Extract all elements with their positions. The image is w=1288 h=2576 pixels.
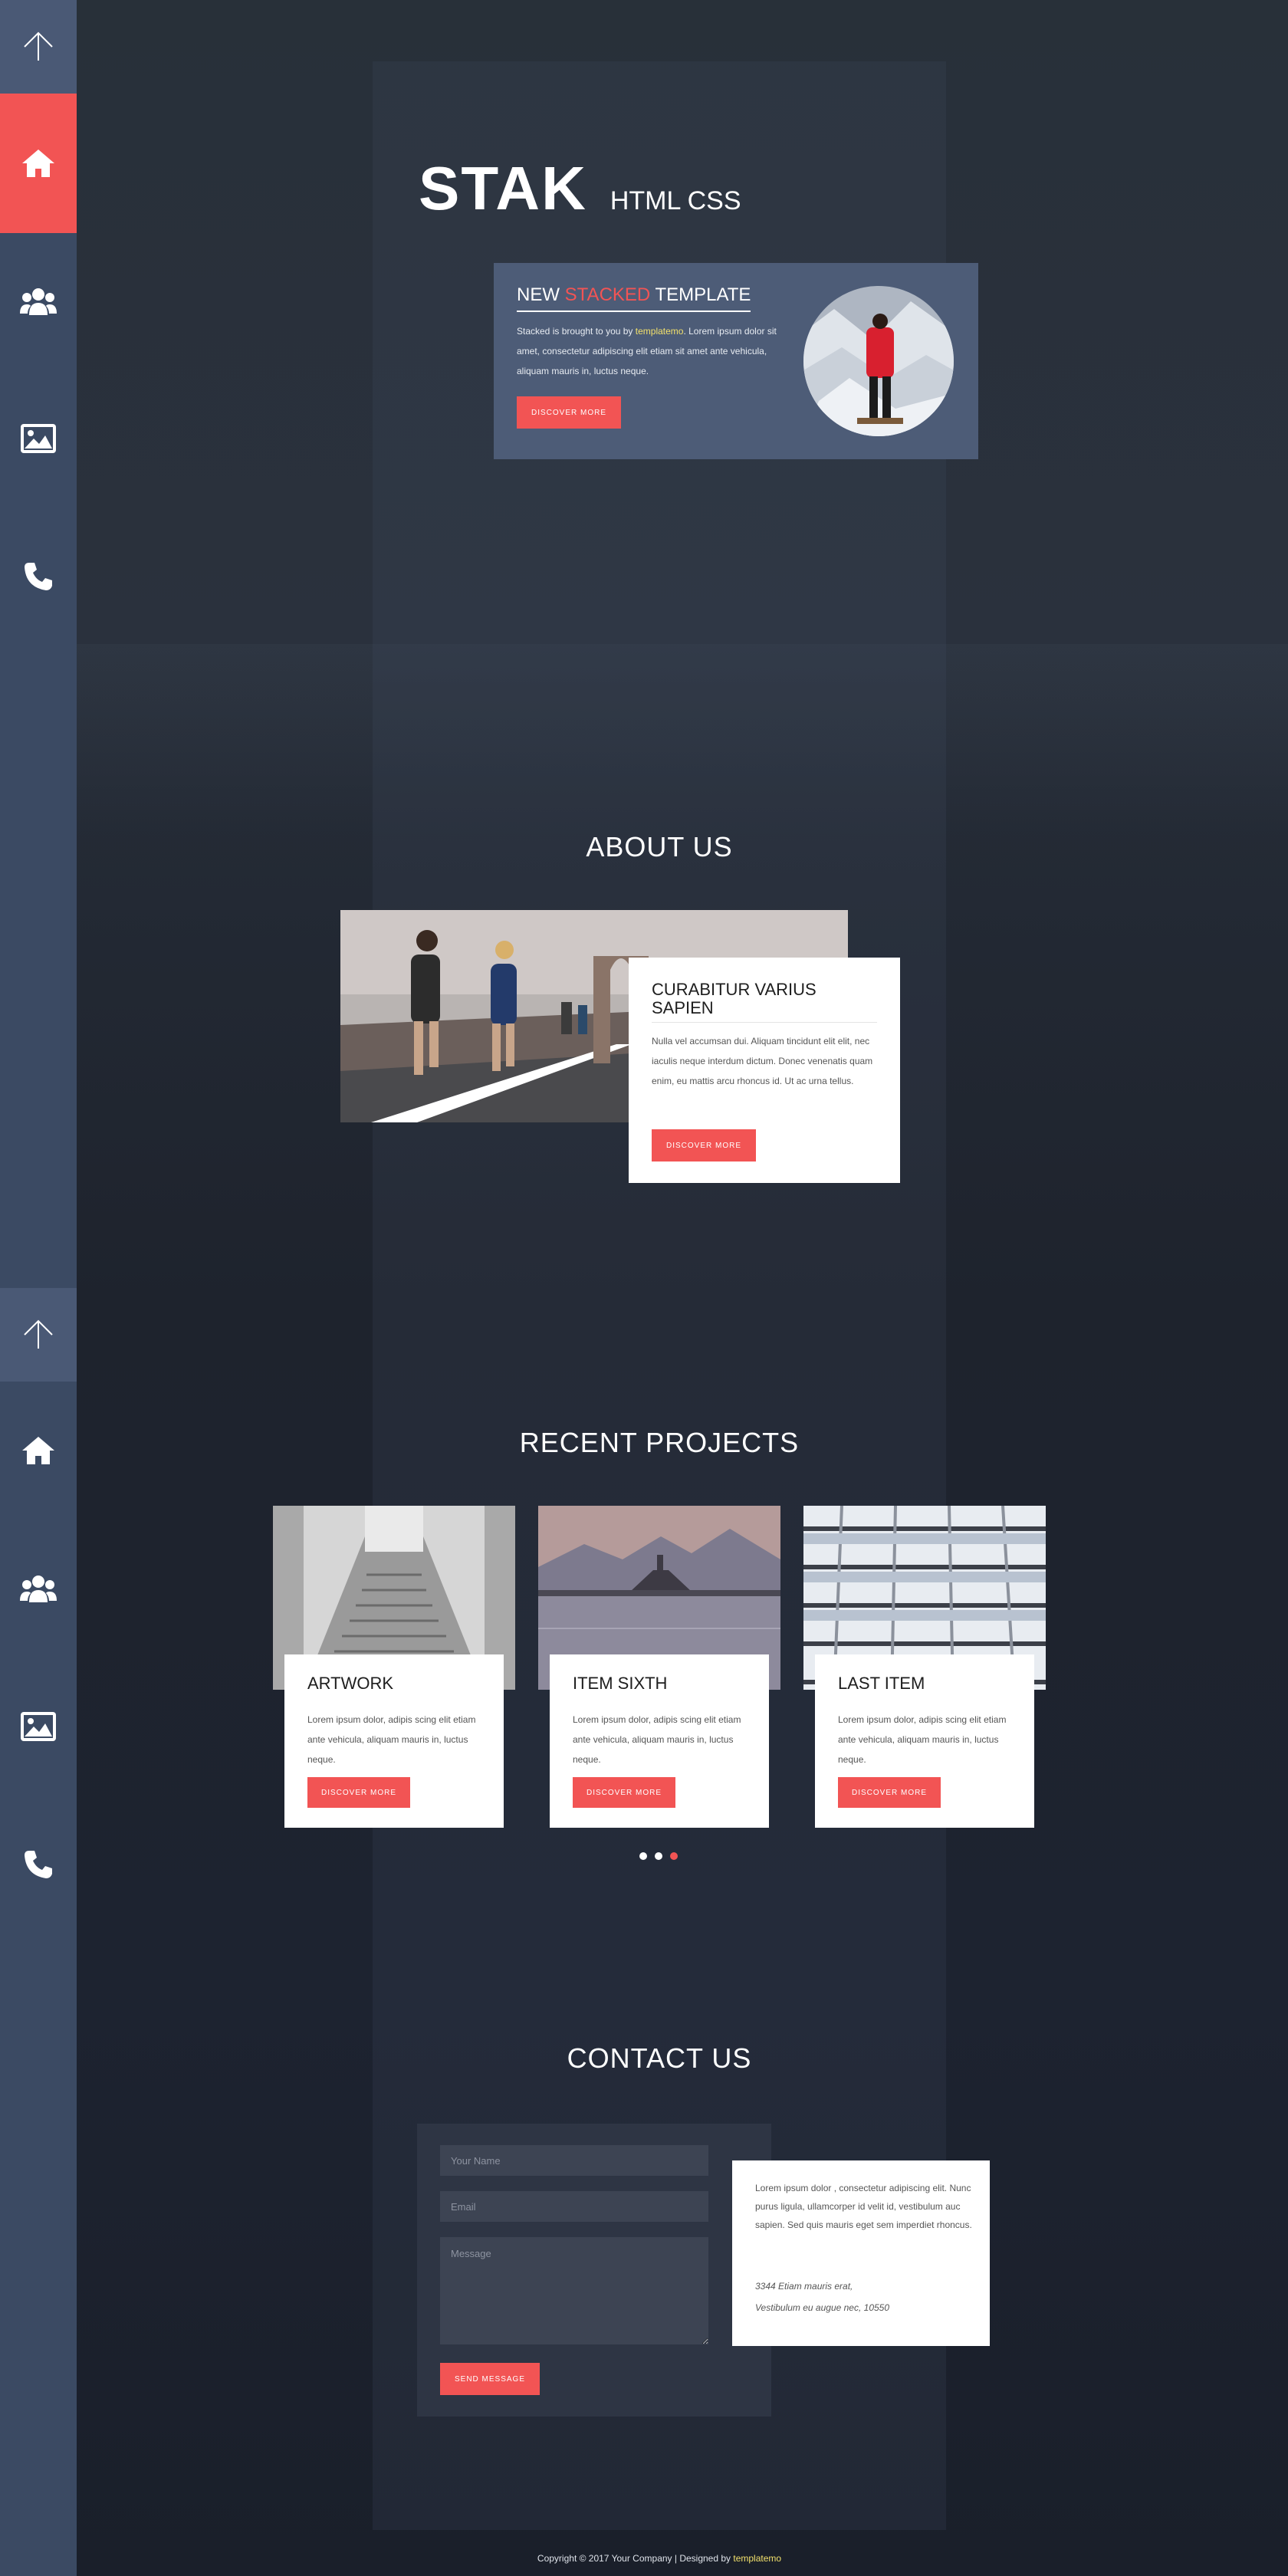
contact-info-text: Lorem ipsum dolor , consectetur adipisci… [755,2183,972,2230]
arrow-up-icon [24,31,53,61]
contact-form: SEND MESSAGE [417,2124,771,2417]
project-card-text: Lorem ipsum dolor, adipis scing elit eti… [838,1714,1007,1765]
project-discover-button[interactable]: DISCOVER MORE [573,1777,675,1808]
nav-contact-button[interactable] [0,508,77,646]
footer-copyright: Copyright © 2017 Your Company | Designed… [537,2553,734,2564]
arrow-up-icon [24,1319,53,1349]
users-icon [20,1576,57,1602]
carousel-dots [639,1852,678,1860]
name-input[interactable] [440,2145,708,2176]
carousel-dot-1[interactable] [639,1852,647,1860]
nav-home-button[interactable] [0,94,77,233]
image-icon [21,424,56,453]
about-card-text: Nulla vel accumsan dui. Aliquam tincidun… [652,1036,873,1086]
users-icon [20,288,57,315]
project-card-heading: ITEM SIXTH [573,1674,668,1693]
site-logo: STAK HTML CSS [419,153,741,224]
about-card: CURABITUR VARIUS SAPIEN Nulla vel accums… [629,958,900,1183]
logo-subtitle: HTML CSS [610,186,741,215]
about-discover-button[interactable]: DISCOVER MORE [652,1129,756,1162]
nav-about-button[interactable] [0,233,77,370]
phone-icon [25,563,52,590]
project-discover-button[interactable]: DISCOVER MORE [838,1777,941,1808]
carousel-dot-3-active[interactable] [670,1852,678,1860]
scroll-top-button-2[interactable] [0,1288,77,1382]
about-title: ABOUT US [586,831,733,863]
contact-title: CONTACT US [567,2042,752,2074]
about-card-heading: CURABITUR VARIUS SAPIEN [652,980,816,1017]
nav-about-button-2[interactable] [0,1520,77,1658]
footer: Copyright © 2017 Your Company | Designed… [0,2553,1288,2564]
scroll-top-button[interactable] [0,0,77,94]
logo-text: STAK [419,154,587,222]
project-card-item-sixth: ITEM SIXTH Lorem ipsum dolor, adipis sci… [550,1654,769,1828]
phone-icon [25,1851,52,1878]
hero-description: Stacked is brought to you by templatemo.… [517,326,777,376]
project-card-heading: LAST ITEM [838,1674,925,1693]
hero-heading: NEW STACKED TEMPLATE [517,284,751,312]
hero-hiker-photo [803,286,954,436]
card-divider [652,1022,877,1023]
carousel-dot-2[interactable] [655,1852,662,1860]
address-line-1: 3344 Etiam mauris erat, [755,2281,853,2292]
sidebar-nav [0,0,77,2576]
send-message-button[interactable]: SEND MESSAGE [440,2363,540,2395]
nav-contact-button-2[interactable] [0,1796,77,1934]
contact-info-card: Lorem ipsum dolor , consectetur adipisci… [732,2160,990,2346]
project-card-text: Lorem ipsum dolor, adipis scing elit eti… [307,1714,476,1765]
project-card-heading: ARTWORK [307,1674,394,1693]
address-line-2: Vestibulum eu augue nec, 10550 [755,2302,890,2313]
footer-templatemo-link[interactable]: templatemo [733,2553,781,2564]
email-input[interactable] [440,2191,708,2222]
hero-card: NEW STACKED TEMPLATE Stacked is brought … [494,263,978,459]
message-textarea[interactable] [440,2237,708,2344]
hero-discover-button[interactable]: DISCOVER MORE [517,396,621,429]
project-card-text: Lorem ipsum dolor, adipis scing elit eti… [573,1714,741,1765]
nav-projects-button-2[interactable] [0,1658,77,1796]
project-card-last-item: LAST ITEM Lorem ipsum dolor, adipis scin… [815,1654,1034,1828]
projects-title: RECENT PROJECTS [519,1427,800,1458]
image-icon [21,1712,56,1741]
home-icon [22,150,54,177]
templatemo-link[interactable]: templatemo [636,326,684,337]
nav-projects-button[interactable] [0,370,77,508]
project-card-artwork: ARTWORK Lorem ipsum dolor, adipis scing … [284,1654,504,1828]
project-discover-button[interactable]: DISCOVER MORE [307,1777,410,1808]
